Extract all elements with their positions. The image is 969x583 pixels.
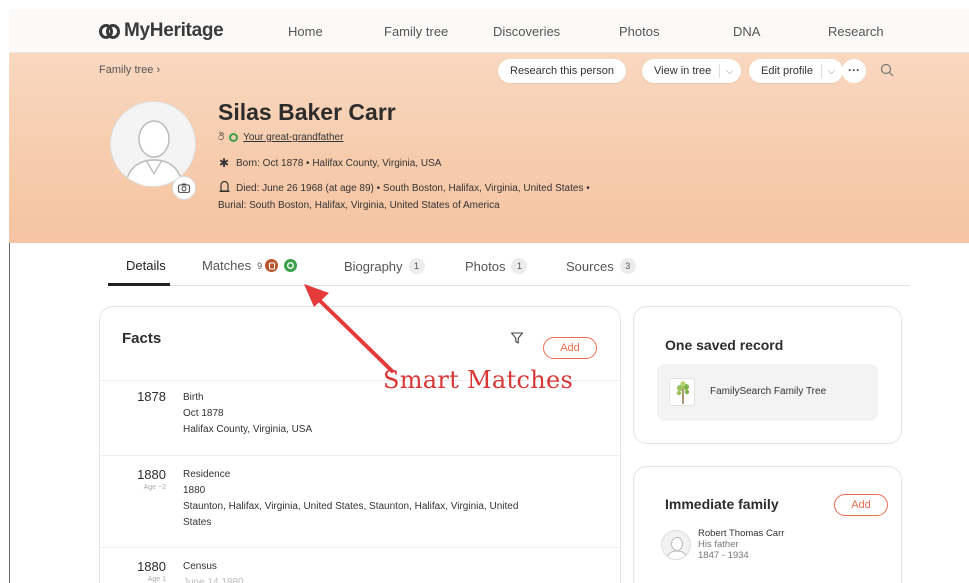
fact-details: Residence 1880 Staunton, Halifax, Virgin…: [183, 467, 518, 531]
fact-year: 1880: [137, 559, 166, 574]
add-family-button[interactable]: Add: [834, 494, 888, 516]
sources-count: 3: [619, 258, 636, 274]
tab-biography-label: Biography: [344, 258, 403, 274]
top-navigation: MyHeritage Home Family tree Discoveries …: [9, 9, 969, 53]
fact-place-continued: States: [183, 517, 212, 528]
fact-type: Census: [183, 561, 217, 572]
divider: [100, 547, 620, 548]
family-member-avatar[interactable]: [661, 530, 691, 560]
nav-discoveries[interactable]: Discoveries: [493, 24, 560, 39]
view-in-tree-button[interactable]: View in tree ⌵: [642, 59, 742, 83]
familysearch-tree-icon: [669, 378, 695, 406]
burial-row: Burial: South Boston, Halifax, Virginia,…: [218, 200, 500, 211]
facts-title: Facts: [122, 330, 162, 347]
saved-record-label: FamilySearch Family Tree: [710, 386, 827, 397]
nav-research[interactable]: Research: [828, 24, 884, 39]
divider: [100, 455, 620, 456]
breadcrumb-family-tree[interactable]: Family tree: [99, 64, 153, 76]
tab-sources-label: Sources: [566, 258, 614, 274]
immediate-family-card: [633, 466, 902, 583]
relationship-icon: ඊ: [218, 132, 225, 143]
fact-date: Oct 1878: [183, 408, 224, 419]
profile-tabs: Details Matches 9 Biography 1 Photos 1 S…: [108, 250, 910, 286]
asterisk-icon: ✱: [218, 156, 230, 170]
biography-count: 1: [408, 258, 425, 274]
more-options-button[interactable]: ···: [842, 59, 866, 83]
fact-date: June 14 1880: [183, 577, 244, 583]
fact-type: Residence: [183, 469, 231, 480]
fact-year: 1880: [137, 467, 166, 482]
fact-year: 1878: [137, 389, 166, 404]
nav-family-tree[interactable]: Family tree: [384, 24, 448, 39]
chevron-right-icon: ›: [156, 64, 161, 76]
relationship-row: ඊ Your great-grandfather: [218, 132, 343, 143]
family-member-years: 1847 - 1934: [698, 550, 749, 561]
view-in-tree-label: View in tree: [654, 65, 712, 77]
profile-avatar[interactable]: [110, 101, 196, 187]
person-silhouette-icon: [124, 120, 184, 186]
myheritage-logo[interactable]: MyHeritage: [99, 20, 224, 42]
burial-text: Burial: South Boston, Halifax, Virginia,…: [218, 200, 500, 211]
tab-photos-label: Photos: [465, 258, 506, 274]
tab-matches[interactable]: Matches 9: [202, 258, 298, 273]
add-fact-label: Add: [560, 342, 580, 354]
matches-count: 9: [257, 260, 263, 271]
logo-icon: [99, 22, 121, 41]
fact-details: Birth Oct 1878 Halifax County, Virginia,…: [183, 390, 312, 438]
chevron-down-icon[interactable]: ⌵: [828, 66, 835, 77]
filter-icon[interactable]: [510, 331, 524, 345]
immediate-family-title: Immediate family: [665, 496, 779, 512]
nav-home[interactable]: Home: [288, 24, 323, 39]
relationship-link[interactable]: Your great-grandfather: [243, 132, 343, 143]
record-match-icon: [265, 259, 279, 272]
nav-dna[interactable]: DNA: [733, 24, 760, 39]
person-name: Silas Baker Carr: [218, 99, 396, 125]
saved-record-title: One saved record: [665, 337, 784, 353]
edit-profile-button[interactable]: Edit profile ⌵: [749, 59, 843, 83]
fact-place: Staunton, Halifax, Virginia, United Stat…: [183, 501, 519, 512]
death-row: Died: June 26 1968 (at age 89) • South B…: [218, 180, 590, 195]
tab-details[interactable]: Details: [126, 258, 166, 273]
chevron-down-icon[interactable]: ⌵: [726, 66, 733, 77]
smart-match-indicator-icon: [229, 133, 239, 142]
fact-date: 1880: [183, 485, 206, 496]
tab-matches-label: Matches: [202, 258, 252, 273]
upload-photo-button[interactable]: [172, 176, 196, 200]
smart-matches-annotation: Smart Matches: [383, 366, 574, 394]
family-member-relation: His father: [698, 539, 739, 550]
fact-details: Census June 14 1880: [183, 559, 244, 583]
breadcrumb[interactable]: Family tree ›: [99, 64, 160, 76]
tab-details-label: Details: [126, 258, 166, 273]
fact-age: Age ~2: [143, 484, 166, 491]
active-tab-indicator: [108, 283, 170, 286]
photos-count: 1: [511, 258, 528, 274]
headstone-icon: [218, 180, 230, 195]
logo-text: MyHeritage: [124, 20, 224, 41]
nav-photos[interactable]: Photos: [619, 24, 659, 39]
add-fact-button[interactable]: Add: [543, 337, 597, 359]
family-member[interactable]: Robert Thomas Carr His father 1847 - 193…: [698, 528, 784, 561]
death-text: Died: June 26 1968 (at age 89) • South B…: [236, 182, 590, 194]
tab-photos[interactable]: Photos 1: [465, 258, 528, 274]
birth-text: Born: Oct 1878 • Halifax County, Virgini…: [236, 157, 442, 169]
search-icon[interactable]: [880, 63, 894, 77]
research-person-button[interactable]: Research this person: [498, 59, 626, 83]
fact-age: Age 1: [147, 576, 166, 583]
camera-icon: [178, 183, 190, 193]
edit-profile-label: Edit profile: [761, 65, 813, 77]
smart-match-icon: [284, 259, 298, 272]
family-member-name: Robert Thomas Carr: [698, 528, 785, 539]
tab-biography[interactable]: Biography 1: [344, 258, 425, 274]
add-family-label: Add: [851, 499, 871, 511]
more-icon: ···: [848, 63, 860, 77]
research-person-label: Research this person: [510, 65, 614, 77]
tab-sources[interactable]: Sources 3: [566, 258, 636, 274]
fact-type: Birth: [183, 392, 204, 403]
birth-row: ✱ Born: Oct 1878 • Halifax County, Virgi…: [218, 156, 441, 170]
fact-place: Halifax County, Virginia, USA: [183, 424, 313, 435]
